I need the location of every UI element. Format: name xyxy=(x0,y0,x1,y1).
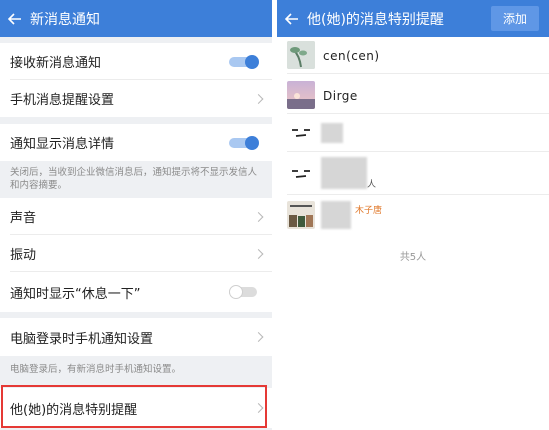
row-label: 振动 xyxy=(10,248,37,263)
receive-notifications-toggle[interactable] xyxy=(229,54,259,69)
sunset-photo-avatar xyxy=(287,81,315,109)
pc-hint-text: 电脑登录后，有新消息时手机通知设置。 xyxy=(10,364,182,375)
row-label: 他(她)的消息特别提醒 xyxy=(10,402,138,418)
contact-name: Dirge xyxy=(323,88,358,103)
row-label: 电脑登录时手机通知设置 xyxy=(10,331,154,347)
row-label: 手机消息提醒设置 xyxy=(10,93,115,108)
receive-notifications-row[interactable]: 接收新消息通知 xyxy=(0,43,272,80)
collage-photo-avatar xyxy=(287,201,315,229)
pc-login-settings-row[interactable]: 电脑登录时手机通知设置 xyxy=(0,318,272,356)
show-rest-row[interactable]: 通知时显示“休息一下” xyxy=(0,272,272,312)
contact-name: cen(cen) xyxy=(323,48,380,63)
right-header: 他(她)的消息特别提醒 添加 xyxy=(277,0,549,37)
notification-settings-panel: 新消息通知 接收新消息通知 手机消息提醒设置 通知显示消息详情 关闭后，当收到企… xyxy=(0,0,272,430)
contact-item[interactable]: cen(cen) xyxy=(277,37,549,74)
phone-reminder-settings-row[interactable]: 手机消息提醒设置 xyxy=(0,80,272,117)
plant-photo-avatar xyxy=(287,41,315,69)
contact-item[interactable]: 木子唐 xyxy=(277,195,549,235)
show-rest-toggle[interactable] xyxy=(229,285,259,299)
back-arrow-icon[interactable] xyxy=(0,0,30,37)
contact-item[interactable]: 人 xyxy=(277,153,549,195)
contact-item[interactable] xyxy=(277,115,549,152)
back-arrow-icon[interactable] xyxy=(277,0,307,37)
details-hint-text: 关闭后，当收到企业微信消息后，通知提示将不显示发信人和内容摘要。 xyxy=(10,167,258,191)
blurred-name xyxy=(321,157,367,189)
show-details-row[interactable]: 通知显示消息详情 xyxy=(0,124,272,161)
contact-item[interactable]: Dirge xyxy=(277,77,549,114)
contact-count: 共5人 xyxy=(399,252,427,263)
row-label: 声音 xyxy=(10,211,37,226)
special-reminder-row[interactable]: 他(她)的消息特别提醒 xyxy=(0,388,272,428)
contact-tag: 木子唐 xyxy=(355,206,383,216)
vibration-row[interactable]: 振动 xyxy=(0,235,272,272)
left-header: 新消息通知 xyxy=(0,0,272,37)
page-title: 他(她)的消息特别提醒 xyxy=(307,11,444,28)
face-doodle-avatar xyxy=(287,119,315,147)
blurred-name xyxy=(321,201,351,229)
blurred-name xyxy=(321,123,343,143)
face-doodle-avatar xyxy=(287,160,315,188)
contact-subtext: 人 xyxy=(367,180,377,190)
show-details-toggle[interactable] xyxy=(229,135,259,150)
page-title: 新消息通知 xyxy=(30,11,100,28)
add-button[interactable]: 添加 xyxy=(491,6,539,31)
special-reminder-panel: 他(她)的消息特别提醒 添加 cen(cen) Dirge 人 木子唐 共5人 xyxy=(277,0,549,430)
sound-row[interactable]: 声音 xyxy=(0,198,272,235)
